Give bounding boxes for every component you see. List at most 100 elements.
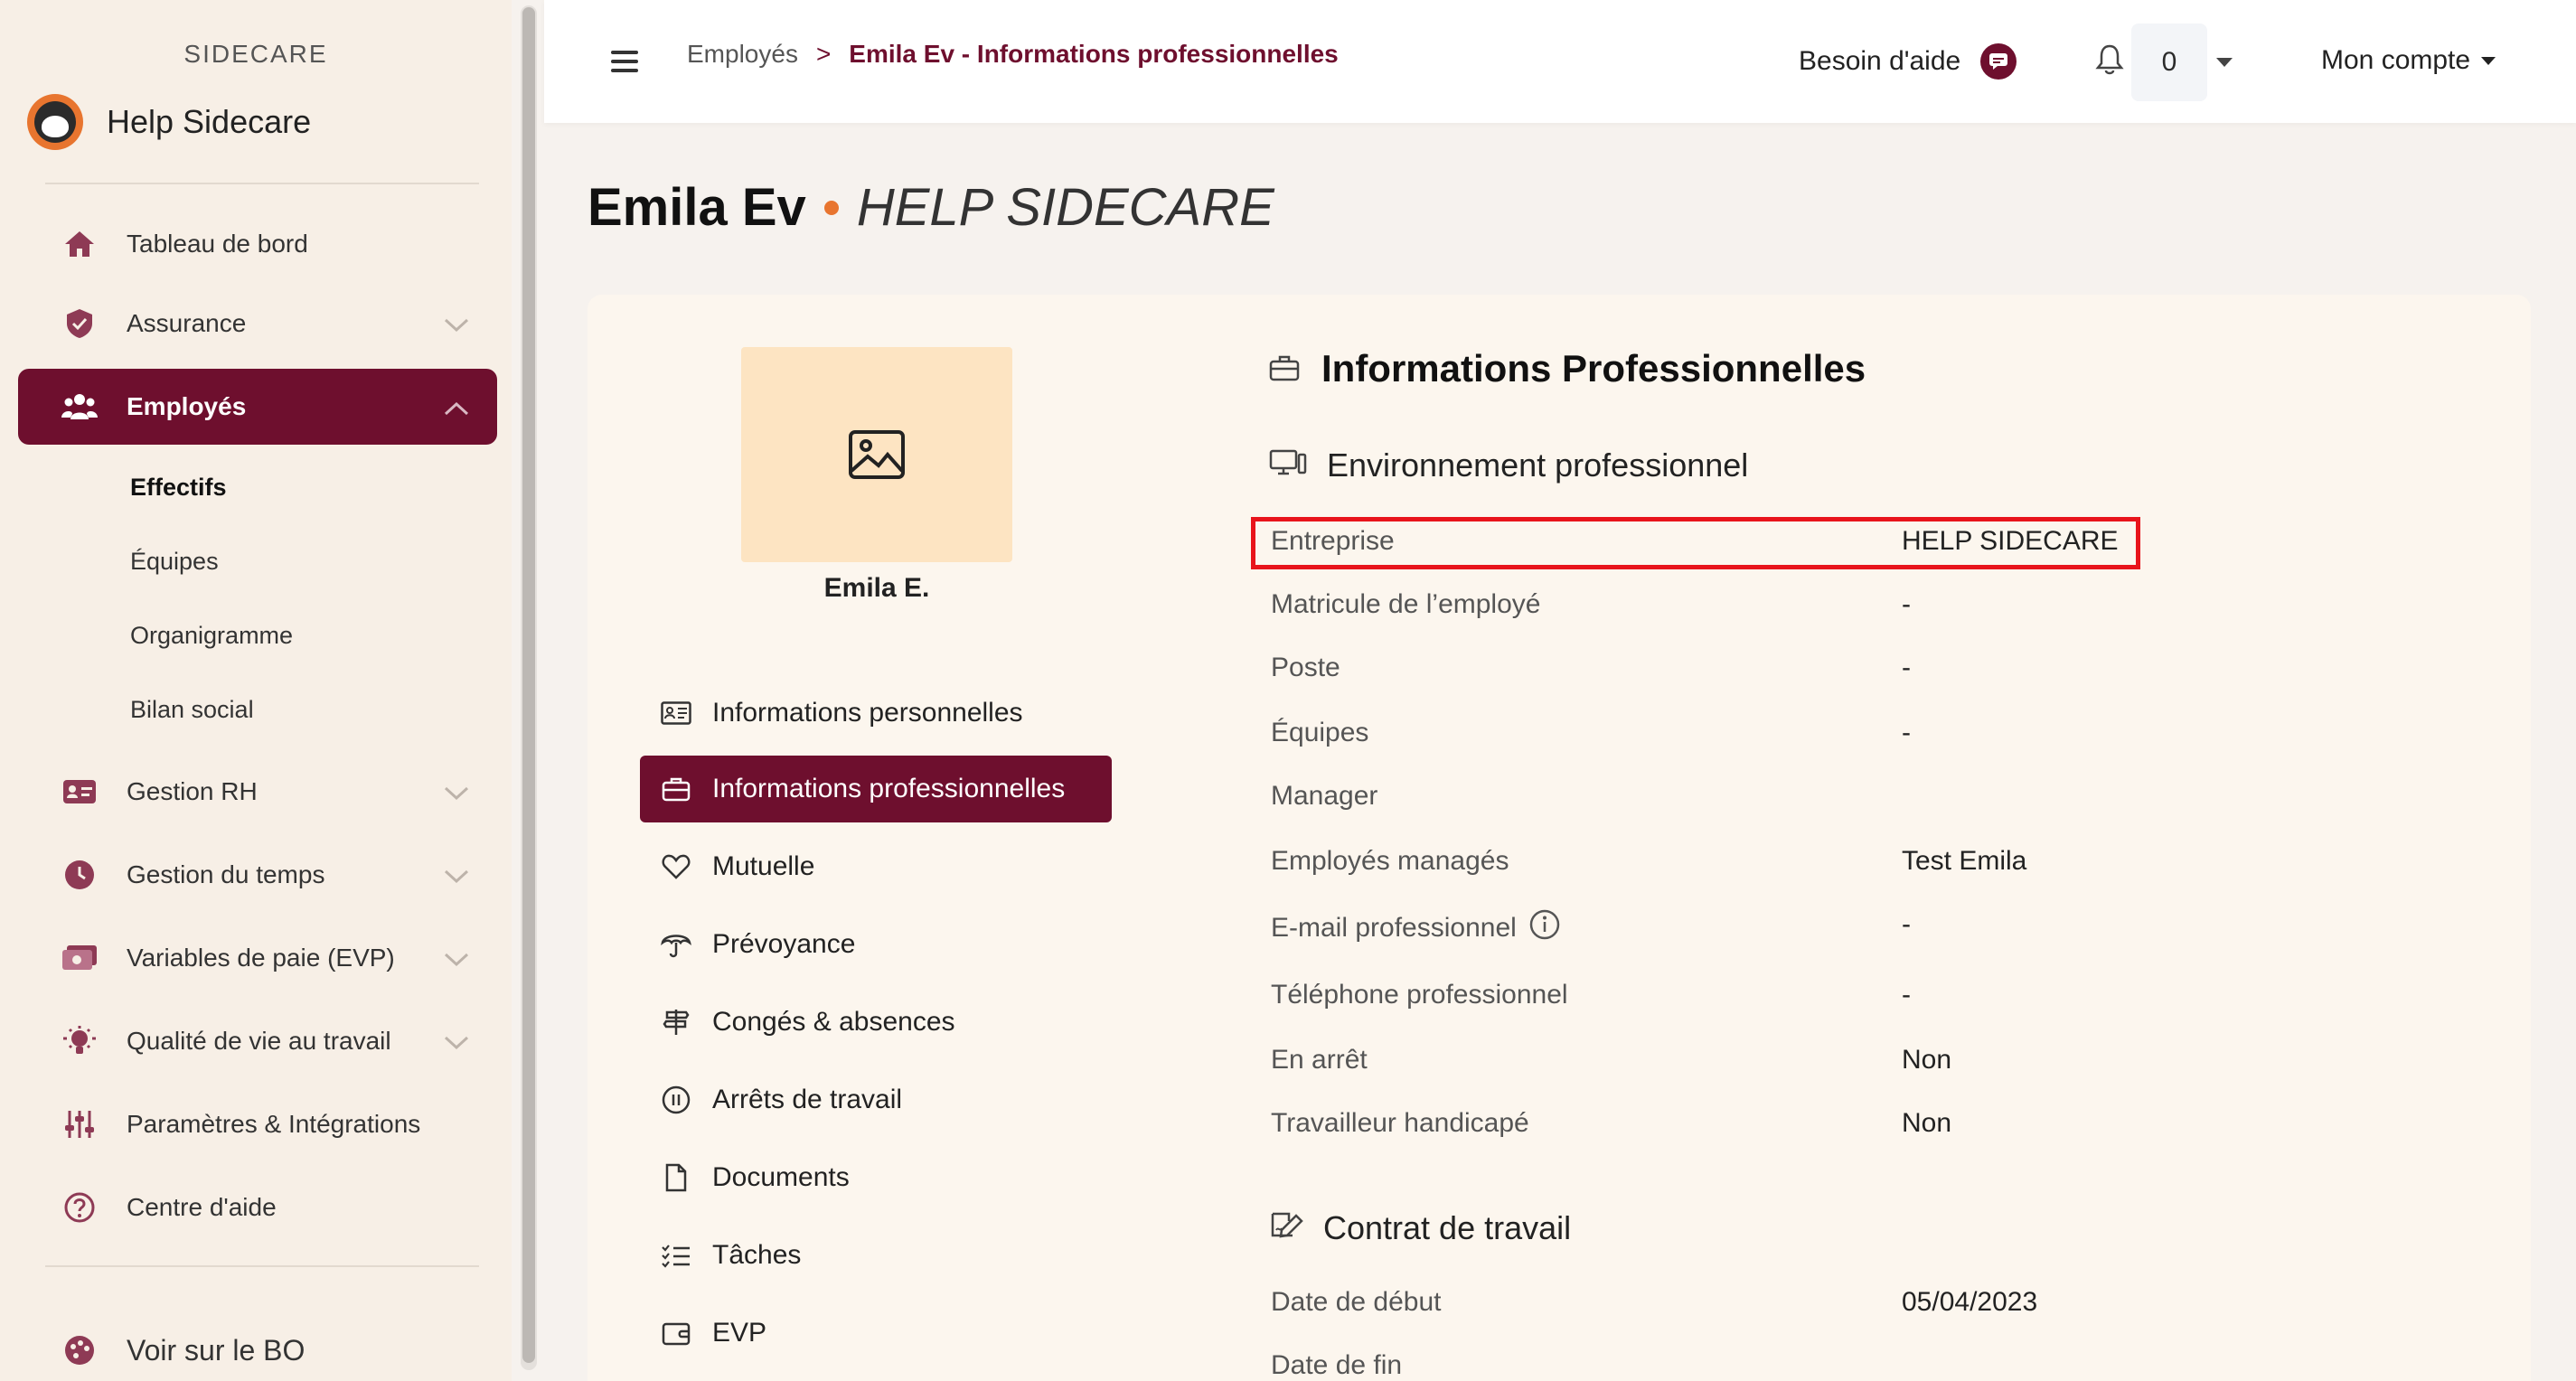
menu-label: EVP	[712, 1318, 767, 1348]
account-menu[interactable]: Mon compte	[2321, 45, 2496, 76]
sidebar-item-qualite-de-vie[interactable]: Qualité de vie au travail	[18, 1003, 497, 1079]
field-value-telephone-pro: -	[1902, 980, 1911, 1010]
subsection-title-text: Contrat de travail	[1323, 1209, 1572, 1246]
menu-taches[interactable]: Tâches	[640, 1222, 1112, 1289]
menu-label: Documents	[712, 1162, 850, 1192]
sidebar-divider	[45, 183, 479, 184]
field-label-equipes: Équipes	[1271, 718, 1369, 747]
menu-label: Informations personnelles	[712, 698, 1023, 728]
menu-label: Mutuelle	[712, 851, 815, 881]
field-value-email-pro: -	[1902, 909, 1911, 939]
field-label-travailleur-handicape: Travailleur handicapé	[1271, 1108, 1529, 1138]
heart-icon	[660, 850, 692, 883]
bell-icon[interactable]	[2095, 43, 2124, 80]
avatar[interactable]	[741, 347, 1012, 562]
briefcase-icon	[1269, 347, 1300, 390]
field-label-employes-manages: Employés managés	[1271, 846, 1509, 876]
section-title: Informations Professionnelles	[1269, 347, 1866, 390]
sidebar-subitem-bilan-social[interactable]: Bilan social	[130, 696, 254, 724]
file-icon	[660, 1161, 692, 1194]
pause-circle-icon	[660, 1084, 692, 1116]
menu-label: Prévoyance	[712, 929, 856, 959]
sidebar-brand[interactable]: Help Sidecare	[27, 94, 311, 150]
sidebar-item-label: Assurance	[127, 309, 247, 337]
checklist-icon	[660, 1239, 692, 1272]
sidebar-item-variables-de-paie[interactable]: Variables de paie (EVP)	[18, 920, 497, 996]
title-separator-dot	[823, 200, 839, 215]
caret-down-icon	[2481, 56, 2496, 65]
chevron-down-icon	[443, 311, 470, 340]
scrollbar-thumb[interactable]	[522, 7, 535, 1363]
menu-arrets-de-travail[interactable]: Arrêts de travail	[640, 1066, 1112, 1133]
field-label-text: E-mail professionnel	[1271, 913, 1517, 943]
section-title-text: Informations Professionnelles	[1321, 347, 1866, 390]
menu-mutuelle[interactable]: Mutuelle	[640, 833, 1112, 900]
caret-down-icon[interactable]	[2216, 58, 2233, 67]
sidebar-item-tableau-de-bord[interactable]: Tableau de bord	[18, 206, 497, 282]
sidebar-item-label: Variables de paie (EVP)	[127, 944, 395, 972]
chevron-down-icon	[443, 779, 470, 808]
sidebar-item-voir-bo[interactable]: Voir sur le BO	[18, 1312, 497, 1381]
field-value-employes-manages: Test Emila	[1902, 846, 2027, 876]
field-value-poste: -	[1902, 653, 1911, 682]
subsection-title-text: Environnement professionnel	[1327, 446, 1749, 484]
sidebar-item-label: Gestion RH	[127, 777, 258, 805]
breadcrumb: Employés > Emila Ev - Informations profe…	[687, 40, 1339, 69]
menu-prevoyance[interactable]: Prévoyance	[640, 911, 1112, 978]
field-label-entreprise: Entreprise	[1271, 526, 1395, 556]
field-label-email-pro: E-mail professionnel	[1271, 909, 1560, 947]
shield-check-icon	[61, 305, 98, 342]
help-label: Besoin d'aide	[1799, 46, 1961, 76]
sidebar-item-centre-aide[interactable]: Centre d'aide	[18, 1170, 497, 1245]
menu-evp[interactable]: EVP	[640, 1300, 1112, 1367]
devices-icon	[1269, 446, 1307, 484]
hamburger-menu-icon[interactable]	[611, 51, 638, 78]
menu-documents[interactable]: Documents	[640, 1144, 1112, 1211]
menu-conges-absences[interactable]: Congés & absences	[640, 989, 1112, 1056]
sidebar-item-assurance[interactable]: Assurance	[18, 286, 497, 362]
sidebar-item-label: Employés	[127, 392, 247, 420]
account-label: Mon compte	[2321, 45, 2471, 75]
sidebar-item-parametres[interactable]: Paramètres & Intégrations	[18, 1086, 497, 1162]
field-value-travailleur-handicape: Non	[1902, 1108, 1952, 1138]
sidebar-item-gestion-du-temps[interactable]: Gestion du temps	[18, 837, 497, 913]
field-value-matricule: -	[1902, 589, 1911, 619]
breadcrumb-employes[interactable]: Employés	[687, 40, 798, 69]
info-icon[interactable]	[1529, 909, 1560, 947]
chevron-up-icon	[443, 394, 470, 423]
id-card-icon	[61, 774, 98, 810]
clock-icon	[61, 857, 98, 893]
menu-informations-professionnelles[interactable]: Informations professionnelles	[640, 756, 1112, 822]
help-circle-icon	[61, 1189, 98, 1226]
umbrella-icon	[660, 928, 692, 961]
chat-icon	[1980, 43, 2017, 80]
notification-count[interactable]: 0	[2131, 23, 2207, 101]
briefcase-icon	[660, 773, 692, 805]
field-label-matricule: Matricule de l’employé	[1271, 589, 1541, 619]
subsection-environnement: Environnement professionnel	[1269, 446, 1748, 484]
field-label-date-fin: Date de fin	[1271, 1350, 1403, 1380]
menu-label: Congés & absences	[712, 1007, 955, 1037]
menu-informations-personnelles[interactable]: Informations personnelles	[640, 680, 1112, 747]
money-icon	[61, 940, 98, 976]
sidebar-scrollbar[interactable]	[521, 5, 537, 1370]
field-value-entreprise: HELP SIDECARE	[1902, 526, 2119, 556]
sliders-icon	[61, 1106, 98, 1142]
topbar: Employés > Emila Ev - Informations profe…	[544, 0, 2576, 123]
field-value-equipes: -	[1902, 718, 1911, 747]
sidebar-item-employes[interactable]: Employés	[18, 369, 497, 445]
chevron-down-icon	[443, 945, 470, 974]
field-label-date-debut: Date de début	[1271, 1287, 1442, 1317]
company-name: HELP SIDECARE	[856, 178, 1274, 237]
help-button[interactable]: Besoin d'aide	[1799, 43, 2017, 80]
sidebar-item-label: Voir sur le BO	[127, 1333, 306, 1367]
sidebar-subitem-organigramme[interactable]: Organigramme	[130, 622, 293, 650]
sidebar-subitem-equipes[interactable]: Équipes	[130, 548, 219, 576]
menu-label: Arrêts de travail	[712, 1085, 903, 1114]
id-card-icon	[660, 697, 692, 729]
sidebar-subitem-effectifs[interactable]: Effectifs	[130, 474, 227, 502]
chevron-down-icon	[443, 862, 470, 891]
field-value-date-debut: 05/04/2023	[1902, 1287, 2038, 1317]
chevron-down-icon	[443, 1029, 470, 1057]
sidebar-item-gestion-rh[interactable]: Gestion RH	[18, 754, 497, 830]
